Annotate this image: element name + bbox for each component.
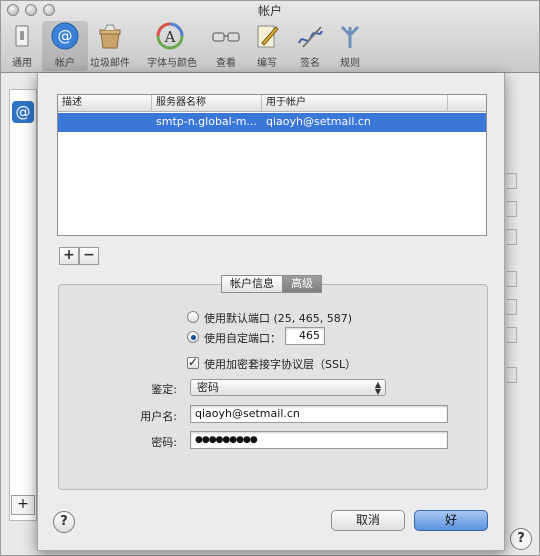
column-used-by-account[interactable]: 用于帐户	[262, 95, 448, 112]
junk-mail-icon	[99, 24, 121, 49]
column-description[interactable]: 描述	[58, 95, 152, 112]
ok-button[interactable]: 好	[414, 510, 488, 531]
toolbar-junk-mail-label: 垃圾邮件	[90, 58, 130, 69]
toolbar-viewing[interactable]: 查看	[203, 21, 249, 69]
background-field-edge	[507, 173, 517, 189]
tab-bar: 帐户信息 高级	[221, 275, 322, 293]
ssl-label: 使用加密套接字协议层（SSL）	[204, 358, 357, 371]
default-port-radio[interactable]	[187, 311, 199, 323]
toolbar-composing[interactable]: 编写	[244, 21, 290, 69]
cancel-button[interactable]: 取消	[331, 510, 405, 531]
custom-port-input[interactable]: 465	[285, 327, 325, 345]
tab-advanced[interactable]: 高级	[283, 275, 322, 293]
auth-select-value: 密码	[197, 381, 219, 394]
row-description	[58, 113, 152, 132]
background-help-button[interactable]: ?	[510, 528, 532, 550]
at-icon: @	[51, 22, 79, 50]
auth-select[interactable]: 密码 ▲ ▼	[190, 379, 386, 396]
accounts-list-background	[9, 89, 37, 521]
toolbar-fonts-colors-label: 字体与颜色	[147, 58, 197, 69]
view-glasses-icon	[212, 32, 240, 42]
add-server-button[interactable]: +	[59, 247, 79, 265]
custom-port-radio[interactable]	[187, 331, 199, 343]
auth-label: 鉴定:	[151, 383, 177, 396]
add-account-button[interactable]: +	[11, 495, 35, 515]
password-label: 密码:	[151, 436, 177, 449]
toolbar-viewing-label: 查看	[216, 58, 236, 69]
toolbar-accounts[interactable]: @ 帐户	[42, 21, 88, 71]
general-icon	[15, 25, 29, 47]
account-at-icon: @	[12, 101, 34, 123]
preferences-window: 帐户 通用 @ 帐户 垃圾邮件 A 字体与颜色 查看 编写 签名 规则 @ + …	[0, 0, 540, 556]
default-port-label: 使用默认端口 (25, 465, 587)	[204, 312, 353, 325]
rules-icon	[340, 25, 360, 48]
column-extra	[448, 95, 486, 112]
column-server-name[interactable]: 服务器名称	[152, 95, 262, 112]
row-account: qiaoyh@setmail.cn	[266, 115, 371, 128]
smtp-server-sheet: 描述 服务器名称 用于帐户 smtp-n.global-m... qiaoyh@…	[37, 73, 505, 551]
table-header: 描述 服务器名称 用于帐户	[58, 95, 486, 112]
row-server-name: smtp-n.global-m...	[156, 115, 257, 128]
background-field-edge	[507, 367, 517, 383]
toolbar-rules[interactable]: 规则	[327, 21, 373, 69]
svg-text:A: A	[164, 28, 176, 46]
window-title: 帐户	[257, 4, 282, 18]
background-field-edge	[507, 229, 517, 245]
toolbar-fonts-colors[interactable]: A 字体与颜色	[147, 21, 197, 69]
select-arrows-icon: ▲ ▼	[374, 380, 381, 396]
help-button[interactable]: ?	[53, 511, 75, 533]
tab-account-info[interactable]: 帐户信息	[221, 275, 283, 293]
toolbar-general[interactable]: 通用	[0, 21, 45, 69]
ssl-checkbox[interactable]	[187, 355, 199, 369]
titlebar: 帐户 通用 @ 帐户 垃圾邮件 A 字体与颜色 查看 编写 签名 规则	[1, 1, 539, 73]
signature-icon	[298, 26, 323, 48]
toolbar-accounts-label: 帐户	[55, 58, 75, 69]
table-row[interactable]: smtp-n.global-m... qiaoyh@setmail.cn	[58, 113, 486, 132]
fonts-colors-icon: A	[156, 22, 184, 50]
background-field-edge	[507, 201, 517, 217]
toolbar-composing-label: 编写	[257, 58, 277, 69]
remove-server-button[interactable]: −	[79, 247, 99, 265]
toolbar-junk-mail[interactable]: 垃圾邮件	[87, 21, 133, 69]
advanced-panel: 使用默认端口 (25, 465, 587) 使用自定端口： 465 使用加密套接…	[58, 284, 488, 490]
smtp-server-table[interactable]: 描述 服务器名称 用于帐户 smtp-n.global-m... qiaoyh@…	[57, 94, 487, 236]
background-field-edge	[507, 271, 517, 287]
svg-text:@: @	[58, 27, 73, 45]
toolbar-rules-label: 规则	[340, 58, 360, 69]
custom-port-label: 使用自定端口：	[204, 332, 281, 345]
username-label: 用户名:	[140, 410, 177, 423]
compose-icon	[257, 25, 279, 48]
background-field-edge	[507, 299, 517, 315]
toolbar-general-label: 通用	[12, 58, 32, 69]
password-input[interactable]: ●●●●●●●●●	[190, 431, 448, 449]
username-input[interactable]: qiaoyh@setmail.cn	[190, 405, 448, 423]
background-field-edge	[507, 327, 517, 343]
